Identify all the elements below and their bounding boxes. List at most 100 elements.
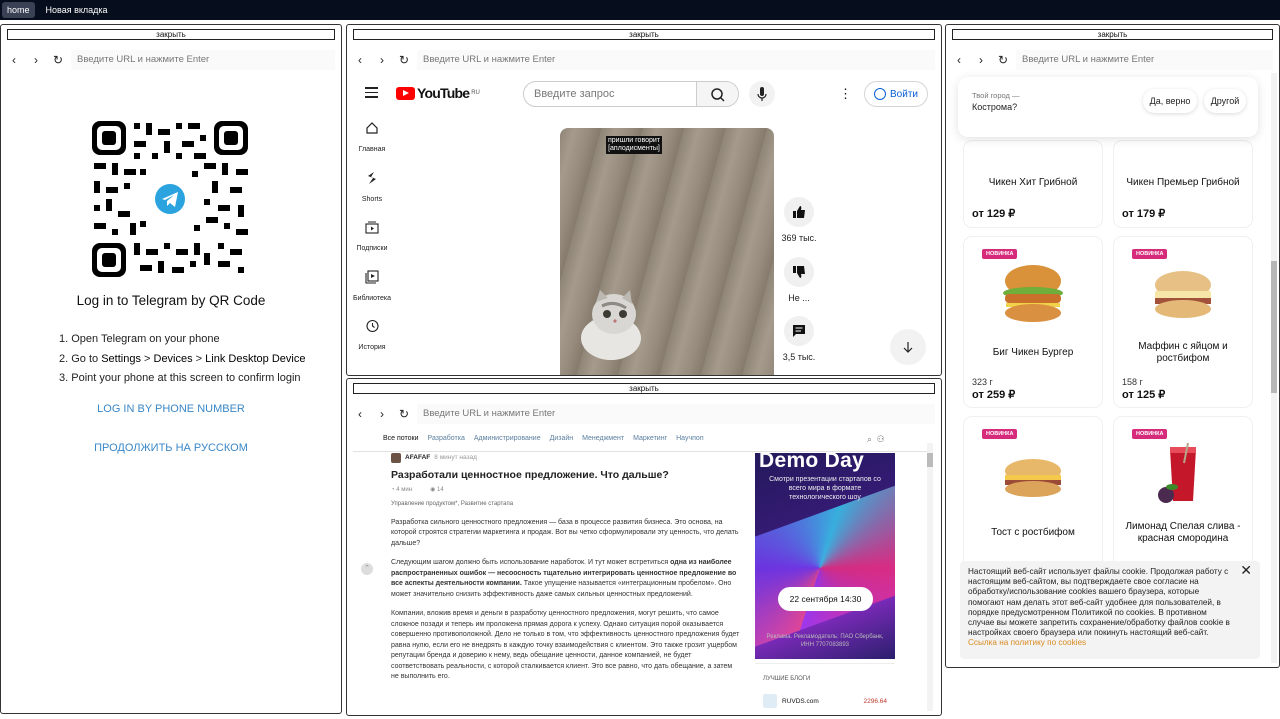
nav-item[interactable]: Администрирование	[474, 435, 541, 442]
video-caption: пришли говорит [аплодисменты]	[606, 136, 662, 154]
forward-icon[interactable]: ›	[373, 407, 391, 421]
like-button[interactable]: 369 тыс.	[779, 197, 819, 243]
phone-login-link[interactable]: LOG IN BY PHONE NUMBER	[1, 403, 341, 415]
product-card[interactable]: Чикен Премьер Грибной от 179 ₽	[1114, 141, 1252, 227]
scrollbar-thumb[interactable]	[927, 453, 933, 467]
product-price: от 179 ₽	[1122, 208, 1166, 220]
tab-new[interactable]: Новая вкладка	[41, 2, 113, 18]
nav-item[interactable]: Маркетинг	[633, 435, 667, 442]
search-input[interactable]: Введите запрос	[534, 88, 614, 100]
scrollbar[interactable]	[927, 443, 933, 711]
url-input[interactable]: Введите URL и нажмите Enter	[417, 50, 935, 70]
blog-row[interactable]: RUVDS.com 2296.64	[763, 694, 895, 708]
article: AFAFAF 8 минут назад Разработали ценност…	[391, 453, 741, 692]
voice-search-button[interactable]	[749, 81, 775, 107]
cookie-policy-link[interactable]: Ссылка на политику по cookies	[968, 638, 1230, 648]
blog-name: RUVDS.com	[782, 697, 819, 705]
search-button[interactable]	[696, 82, 738, 106]
short-video[interactable]: пришли говорит [аплодисменты]	[560, 128, 774, 375]
confirm-city-button[interactable]: Да, верно	[1143, 89, 1197, 113]
close-button[interactable]: закрыть	[353, 29, 935, 40]
product-card[interactable]: Чикен Хит Грибной от 129 ₽	[964, 141, 1102, 227]
reload-icon[interactable]: ↻	[994, 53, 1012, 67]
nav-item[interactable]: Все потоки	[383, 435, 419, 442]
comments-button[interactable]: 3,5 тыс.	[779, 316, 819, 362]
product-card[interactable]: НОВИНКА Маффин с яйцом и ростбифом 158 г…	[1114, 237, 1252, 407]
qr-code	[92, 121, 248, 277]
youtube-window: закрыть ‹ › ↻ Введите URL и нажмите Ente…	[346, 24, 942, 376]
back-icon[interactable]: ‹	[351, 407, 369, 421]
banner-date-button[interactable]: 22 сентября 14:30	[778, 587, 873, 611]
nav-item[interactable]: Научпоп	[676, 435, 704, 442]
sidebar-item-shorts[interactable]: Shorts	[347, 171, 397, 221]
search-icon[interactable]: ⌕	[867, 434, 872, 444]
more-icon[interactable]: ⋮	[839, 86, 852, 102]
url-input[interactable]: Введите URL и нажмите Enter	[71, 50, 335, 70]
product-name: Чикен Премьер Грибной	[1126, 177, 1240, 188]
search-box[interactable]: Введите запрос	[523, 81, 739, 107]
sidebar-item-history[interactable]: История	[347, 319, 397, 369]
dislike-button[interactable]: Не ...	[779, 257, 819, 303]
region-label: RU	[471, 90, 480, 96]
other-city-button[interactable]: Другой	[1204, 89, 1246, 113]
user-icon[interactable]: ⚇	[877, 434, 884, 444]
post-time: 8 минут назад	[434, 454, 477, 461]
close-button[interactable]: закрыть	[952, 29, 1273, 40]
forward-icon[interactable]: ›	[373, 53, 391, 67]
scrollbar[interactable]	[1271, 73, 1277, 663]
read-time-value: 4 мин	[396, 486, 413, 493]
product-price: от 129 ₽	[972, 208, 1016, 220]
sidebar-item-subscriptions[interactable]: Подписки	[347, 220, 397, 270]
signin-button[interactable]: Войти	[864, 81, 928, 107]
instructions: 1. Open Telegram on your phone 2. Go to …	[59, 330, 305, 389]
article-title[interactable]: Разработали ценностное предложение. Что …	[391, 468, 741, 482]
url-input[interactable]: Введите URL и нажмите Enter	[417, 404, 935, 424]
article-hubs[interactable]: Управление продуктом*, Развитие стартапа	[391, 499, 741, 510]
youtube-logo[interactable]: YouTube RU	[396, 85, 480, 101]
thumbs-down-icon	[793, 266, 805, 278]
step-3: 3. Point your phone at this screen to co…	[59, 372, 301, 384]
menu-icon[interactable]	[365, 87, 378, 101]
best-blogs: ЛУЧШИЕ БЛОГИ RUVDS.com 2296.64	[755, 663, 895, 715]
scrollbar-thumb[interactable]	[1271, 261, 1277, 393]
new-badge: НОВИНКА	[1132, 429, 1168, 439]
nav-item[interactable]: Разработка	[428, 435, 465, 442]
nav-bar: ‹ › ↻ Введите URL и нажмите Enter	[1, 47, 341, 73]
product-name: Маффин с яйцом и ростбифом	[1138, 341, 1228, 364]
back-icon[interactable]: ‹	[950, 53, 968, 67]
back-icon[interactable]: ‹	[5, 53, 23, 67]
next-video-button[interactable]	[890, 329, 926, 365]
banner-advertiser: Реклама. Рекламодатель: ПАО Сбербанк, ИН…	[766, 634, 884, 648]
sidebar-label: Shorts	[361, 195, 383, 203]
ad-banner[interactable]: Demo Day Смотри презентации стартапов со…	[755, 453, 895, 659]
paragraph: Разработка сильного ценностного предложе…	[391, 518, 739, 547]
close-button[interactable]: закрыть	[353, 383, 935, 394]
search-icon	[711, 88, 725, 102]
reload-icon[interactable]: ↻	[395, 407, 413, 421]
back-icon[interactable]: ‹	[351, 53, 369, 67]
nav-item[interactable]: Менеджмент	[582, 435, 624, 442]
reload-icon[interactable]: ↻	[49, 53, 67, 67]
product-card[interactable]: НОВИНКА Биг Чикен Бургер 323 г от 259 ₽	[964, 237, 1102, 407]
forward-icon[interactable]: ›	[27, 53, 45, 67]
author-name[interactable]: AFAFAF	[405, 453, 430, 464]
nav-bar: ‹ › ↻ Введите URL и нажмите Enter	[347, 401, 941, 427]
scroll-up-icon[interactable]: ⌃	[361, 563, 373, 575]
russian-link[interactable]: ПРОДОЛЖИТЬ НА РУССКОМ	[1, 442, 341, 454]
muffin-image	[1155, 271, 1211, 318]
sidebar-item-library[interactable]: Библиотека	[347, 269, 397, 320]
telegram-window: закрыть ‹ › ↻ Введите URL и нажмите Ente…	[0, 24, 342, 714]
close-button[interactable]: закрыть	[7, 29, 335, 40]
reload-icon[interactable]: ↻	[395, 53, 413, 67]
dislike-label: Не ...	[788, 293, 810, 303]
divider	[353, 451, 929, 452]
avatar[interactable]	[391, 453, 401, 464]
caption-line: пришли говорит	[608, 137, 660, 144]
product-price: от 259 ₽	[972, 389, 1016, 401]
url-input[interactable]: Введите URL и нажмите Enter	[1016, 50, 1273, 70]
sidebar-item-home[interactable]: Главная	[347, 121, 397, 171]
forward-icon[interactable]: ›	[972, 53, 990, 67]
close-icon[interactable]: ✕	[1240, 563, 1252, 577]
nav-item[interactable]: Дизайн	[550, 435, 574, 442]
tab-home[interactable]: home	[2, 2, 35, 18]
